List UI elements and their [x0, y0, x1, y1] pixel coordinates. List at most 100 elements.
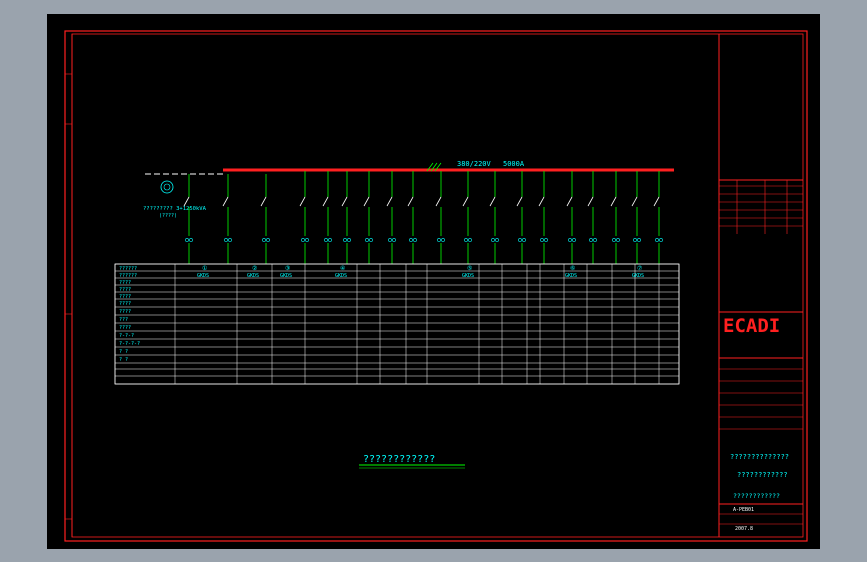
panel-number: ① — [202, 265, 207, 272]
table-row-head: ???? — [119, 280, 131, 286]
table-frame — [114, 263, 680, 385]
single-line-diagram: ECADI???????????????????????????????????… — [64, 30, 808, 542]
title-block: ECADI???????????????????????????????????… — [719, 179, 803, 532]
table-row-head: ???? — [119, 309, 131, 315]
panel-number: ② — [252, 265, 257, 272]
feeder-branch — [566, 171, 576, 264]
table-row-head: ???? — [119, 294, 131, 300]
ct-symbol — [633, 238, 637, 242]
panel-model: GKDS — [247, 273, 259, 279]
ct-symbol — [616, 238, 620, 242]
busbar-current-label: 5000A — [503, 160, 525, 168]
feeder-branch — [183, 174, 193, 264]
inner-border — [71, 33, 804, 538]
ct-symbol — [593, 238, 597, 242]
ct-symbol — [413, 238, 417, 242]
ct-symbol — [189, 238, 193, 242]
panel-model: GKDS — [280, 273, 292, 279]
feeder-branch — [341, 171, 351, 264]
feeder-branch — [322, 171, 332, 264]
feeder-branch — [462, 171, 472, 264]
ct-symbol — [655, 238, 659, 242]
panel-model: GKDS — [565, 273, 577, 279]
table-row-head: ? ? — [119, 357, 128, 363]
ct-symbol — [347, 238, 351, 242]
drawing-number: A-PEB01 — [733, 507, 754, 513]
ct-symbol — [568, 238, 572, 242]
ct-symbol — [589, 238, 593, 242]
breaker-symbol — [299, 196, 306, 207]
ct-symbol — [328, 238, 332, 242]
ct-symbol — [468, 238, 472, 242]
transformer-sub-label: (????) — [159, 213, 177, 219]
table-row-head: ???? — [119, 287, 131, 293]
ct-symbol — [441, 238, 445, 242]
breaker-symbol — [462, 196, 469, 207]
panel-model: GKDS — [462, 273, 474, 279]
binding-strip — [65, 73, 72, 520]
breaker-symbol — [222, 196, 229, 207]
panel-number: ⑥ — [570, 265, 575, 272]
drawing-caption: ???????????? — [363, 454, 435, 465]
table-row-head: ???? — [119, 325, 131, 331]
transformer-label: ????????? 3+1250kVA — [143, 206, 207, 212]
breaker-symbol — [363, 196, 370, 207]
ct-symbol — [262, 238, 266, 242]
table-row-head: ?????? — [119, 273, 137, 279]
drawing-subtitle: ???????????? — [737, 471, 788, 479]
breaker-symbol — [489, 196, 496, 207]
ct-symbol — [612, 238, 616, 242]
table-row-head: ? ? — [119, 349, 128, 355]
ct-symbol — [388, 238, 392, 242]
breaker-symbol — [610, 196, 617, 207]
breaker-symbol — [322, 196, 329, 207]
breaker-symbol — [386, 196, 393, 207]
feeder-branch — [538, 171, 548, 264]
feeder-branch — [489, 171, 499, 264]
ct-symbol — [301, 238, 305, 242]
breaker-symbol — [566, 196, 573, 207]
transformer-icon — [160, 180, 174, 194]
table-row-head: ?????? — [119, 266, 137, 272]
table-row-head: ?-?-?-? — [119, 341, 140, 347]
ct-symbol — [343, 238, 347, 242]
feeder-branch — [363, 171, 373, 264]
drawing-title: ?????????????? — [730, 453, 789, 461]
drawing-sheet: ECADI???????????????????????????????????… — [47, 14, 820, 549]
feeder-branch — [653, 171, 663, 264]
panel-number: ⑦ — [637, 265, 642, 272]
ct-symbol — [224, 238, 228, 242]
feeder-branch — [587, 171, 597, 264]
ct-symbol — [369, 238, 373, 242]
ct-symbol — [572, 238, 576, 242]
panel-model: GKDS — [632, 273, 644, 279]
panel-number: ⑤ — [467, 265, 472, 272]
panel-model: GKDS — [335, 273, 347, 279]
feeder-circuits — [183, 171, 663, 264]
panel-model: GKDS — [197, 273, 209, 279]
feeder-branch — [260, 174, 270, 264]
ct-symbol — [518, 238, 522, 242]
voltage-label: 380/220V — [457, 160, 492, 168]
table-row-head: ?-?-? — [119, 333, 134, 339]
feeder-branch — [435, 171, 445, 264]
ct-symbol — [522, 238, 526, 242]
breaker-symbol — [341, 196, 348, 207]
ct-symbol — [266, 238, 270, 242]
breaker-symbol — [587, 196, 594, 207]
panel-number: ③ — [285, 265, 290, 272]
ct-symbol — [544, 238, 548, 242]
ct-symbol — [491, 238, 495, 242]
feeder-branch — [407, 171, 417, 264]
table-row-head: ???? — [119, 301, 131, 307]
table-row-head: ??? — [119, 317, 128, 323]
breaker-symbol — [653, 196, 660, 207]
ct-symbol — [495, 238, 499, 242]
ct-symbol — [228, 238, 232, 242]
feeder-branch — [610, 171, 620, 264]
ct-symbol — [409, 238, 413, 242]
feeder-branch — [299, 171, 309, 264]
ct-symbol — [185, 238, 189, 242]
breaker-symbol — [516, 196, 523, 207]
ct-symbol — [659, 238, 663, 242]
